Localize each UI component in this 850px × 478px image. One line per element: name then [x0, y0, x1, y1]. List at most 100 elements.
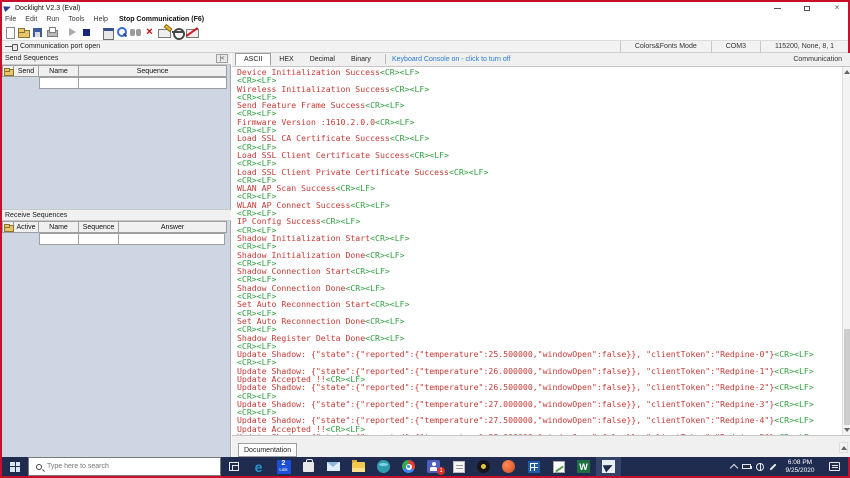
keyboard-console-off-icon[interactable] — [186, 26, 199, 38]
send-folder-button[interactable] — [2, 65, 14, 77]
receive-sequences-title: Receive Sequences — [2, 209, 231, 221]
editor-icon — [552, 460, 565, 473]
new-file-icon[interactable] — [4, 26, 15, 39]
open-project-icon[interactable] — [18, 26, 30, 38]
close-button[interactable]: × — [830, 3, 844, 13]
print-icon[interactable] — [46, 26, 58, 38]
log-line: Device Initialization Success<CR><LF> — [237, 67, 420, 77]
log-body[interactable]: Device Initialization Success<CR><LF> <CR… — [232, 67, 842, 435]
taskbar-item-editor[interactable] — [546, 457, 571, 476]
tab-ascii[interactable]: ASCII — [235, 53, 272, 66]
taskbar-item-edge[interactable]: e — [246, 457, 271, 476]
menu-help[interactable]: Help — [94, 16, 108, 23]
docklight-window: Docklight V2.3 (Eval) × File Edit Run To… — [0, 0, 850, 478]
menu-file[interactable]: File — [5, 16, 16, 23]
taskbar-item-powerpoint[interactable] — [496, 457, 521, 476]
hidden-icons-button[interactable] — [727, 457, 740, 476]
menu-stop-communication[interactable]: Stop Communication (F6) — [119, 16, 204, 23]
column-active: Active — [14, 221, 39, 233]
powerpoint-icon — [502, 460, 515, 473]
battery-icon — [742, 464, 752, 469]
clock-date: 9/25/2020 — [785, 466, 815, 474]
options-gear-icon[interactable] — [172, 26, 185, 40]
find-icon[interactable] — [116, 26, 127, 38]
log-line: Update Shadow: {"state":{"reported":{"te… — [237, 382, 814, 393]
port-params-indicator[interactable]: 115200, None, 8, 1 — [759, 41, 848, 52]
taskbar-item-link-app[interactable]: 2 Link — [271, 457, 296, 476]
keyboard-console-toggle[interactable]: Keyboard Console on - click to turn off — [392, 56, 511, 63]
taskbar-item-teams[interactable]: 1 — [421, 457, 446, 476]
serial-plug-icon — [5, 43, 18, 51]
delete-icon[interactable]: × — [144, 26, 155, 38]
task-view-button[interactable] — [221, 457, 246, 476]
chrome-icon — [402, 460, 415, 473]
battery-button[interactable] — [740, 457, 753, 476]
network-icon — [755, 462, 764, 471]
taskbar-item-chrome[interactable] — [396, 457, 421, 476]
taskbar-item-media[interactable] — [471, 457, 496, 476]
column-name: Name — [39, 221, 79, 233]
network-button[interactable] — [753, 457, 766, 476]
tab-divider — [384, 54, 386, 64]
taskbar-search[interactable] — [28, 457, 221, 476]
mode-indicator[interactable]: Colors&Fonts Mode — [619, 41, 711, 52]
taskbar-item-docklight-active[interactable] — [596, 457, 621, 476]
w-app-icon: W — [577, 460, 590, 473]
taskbar-item-browser[interactable] — [371, 457, 396, 476]
docklight-app-icon — [4, 4, 12, 12]
taskbar-item-calculator[interactable] — [521, 457, 546, 476]
receive-folder-button[interactable] — [2, 221, 14, 233]
project-settings-icon[interactable] — [102, 26, 114, 40]
taskbar-item-notes[interactable] — [446, 457, 471, 476]
sequences-panel: Send Sequences |< Send Name Sequence Rec… — [2, 53, 231, 457]
search-icon — [36, 463, 42, 470]
taskbar-item-mail[interactable] — [321, 457, 346, 476]
clock-time: 6:08 PM — [787, 458, 813, 466]
search-input[interactable] — [47, 463, 197, 470]
taskbar-clock[interactable]: 6:08 PM 9/25/2020 — [779, 459, 821, 475]
action-center-icon[interactable] — [829, 462, 840, 471]
log-line: Shadow Connection Start<CR><LF> — [237, 266, 390, 277]
taskbar-item-store[interactable] — [296, 457, 321, 476]
scroll-down-icon[interactable] — [844, 428, 850, 432]
titlebar: Docklight V2.3 (Eval) × — [2, 2, 848, 14]
scrollbar-thumb[interactable] — [844, 329, 850, 425]
menu-tools[interactable]: Tools — [68, 16, 84, 23]
tab-binary[interactable]: Binary — [343, 53, 379, 66]
log-line: Shadow Connection Done<CR><LF> — [237, 282, 385, 293]
com-port-indicator[interactable]: COM3 — [710, 41, 760, 52]
receive-name-cell[interactable] — [39, 233, 79, 245]
store-icon — [303, 458, 314, 472]
receive-answer-cell[interactable] — [119, 233, 225, 245]
scroll-up-icon[interactable] — [844, 70, 850, 74]
keyboard-console-icon[interactable] — [158, 26, 171, 38]
column-answer: Answer — [119, 221, 227, 233]
tab-decimal[interactable]: Decimal — [302, 53, 343, 66]
stop-communication-icon[interactable] — [81, 26, 92, 38]
log-line: Shadow Initialization Done<CR><LF> — [237, 249, 405, 260]
start-button[interactable] — [2, 457, 28, 476]
pen-button[interactable] — [766, 457, 779, 476]
log-scrollbar[interactable] — [842, 67, 850, 435]
tab-documentation[interactable]: Documentation — [238, 443, 298, 457]
tab-hex[interactable]: HEX — [271, 53, 301, 66]
taskbar-item-file-explorer[interactable] — [346, 457, 371, 476]
search-binoculars-icon[interactable] — [130, 26, 141, 38]
save-project-icon[interactable] — [32, 26, 43, 38]
log-line: Load SSL CA Certificate Success<CR><LF> — [237, 133, 430, 144]
send-name-cell[interactable] — [39, 77, 79, 89]
menu-run[interactable]: Run — [46, 16, 59, 23]
folder-icon — [4, 68, 14, 76]
doc-scroll-up-icon[interactable] — [839, 442, 848, 453]
menu-edit[interactable]: Edit — [25, 16, 37, 23]
receive-sequences-row — [2, 233, 231, 245]
log-line: Firmware Version :1610.2.0.0<CR><LF> — [237, 116, 415, 127]
start-communication-icon[interactable] — [67, 26, 78, 38]
send-sequence-cell[interactable] — [79, 77, 227, 89]
minimize-button[interactable] — [770, 3, 784, 13]
taskbar-item-w-app[interactable]: W — [571, 457, 596, 476]
collapse-panel-button[interactable]: |< — [216, 54, 228, 63]
receive-sequence-cell[interactable] — [79, 233, 119, 245]
receive-sequences-header: Active Name Sequence Answer — [2, 221, 231, 233]
maximize-button[interactable] — [800, 3, 814, 13]
